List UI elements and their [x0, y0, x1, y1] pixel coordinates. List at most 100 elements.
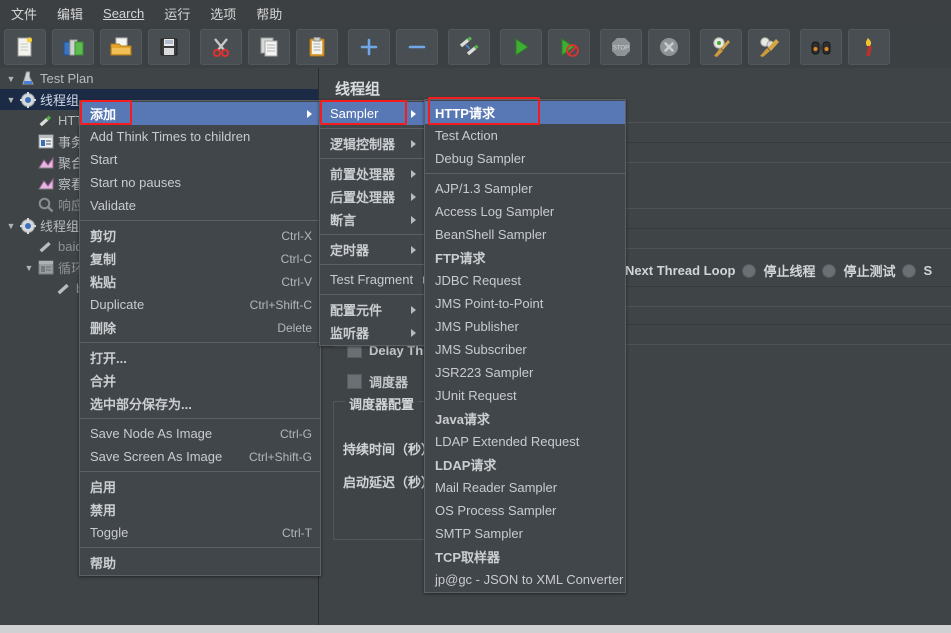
context-menu-item-enable[interactable]: 启用 [80, 475, 320, 498]
sampler-item-beanshell[interactable]: BeanShell Sampler [425, 223, 625, 246]
context-menu-item-help[interactable]: 帮助 [80, 551, 320, 574]
context-menu-item-delete[interactable]: 删除 Delete [80, 316, 320, 339]
sampler-item-tcp-sampler[interactable]: TCP取样器 [425, 545, 625, 568]
sampler-item-ldap-request[interactable]: LDAP请求 [425, 453, 625, 476]
add-submenu-item-post-processors[interactable]: 后置处理器 [320, 185, 424, 208]
sampler-item-access-log[interactable]: Access Log Sampler [425, 200, 625, 223]
add-submenu-item-timers[interactable]: 定时器 [320, 238, 424, 261]
add-submenu-item-config-element[interactable]: 配置元件 [320, 298, 424, 321]
reset-search-button[interactable] [848, 29, 890, 65]
tree-node-label: 线程组 [40, 93, 80, 108]
context-menu-item-duplicate[interactable]: Duplicate Ctrl+Shift-C [80, 293, 320, 316]
add-submenu-item-sampler[interactable]: Sampler [320, 102, 424, 125]
menu-item-label: 添加 [90, 107, 117, 122]
sampler-item-junit-request[interactable]: JUnit Request [425, 384, 625, 407]
chevron-down-icon[interactable]: ▼ [4, 95, 18, 105]
add-submenu-item-assertions[interactable]: 断言 [320, 208, 424, 231]
sampler-item-http-request[interactable]: HTTP请求 [425, 101, 625, 124]
sampler-item-jms-subscriber[interactable]: JMS Subscriber [425, 338, 625, 361]
radio-stop-test[interactable] [822, 263, 837, 278]
sampler-item-java-request[interactable]: Java请求 [425, 407, 625, 430]
search-button[interactable] [800, 29, 842, 65]
sampler-item-test-action[interactable]: Test Action [425, 124, 625, 147]
sampler-item-ftp-request[interactable]: FTP请求 [425, 246, 625, 269]
tree-context-menu[interactable]: 添加 Add Think Times to children Start Sta… [79, 100, 321, 576]
jmeter-window: 文件 编辑 Search 运行 选项 帮助 STOP ▼ Test Plan ▼… [0, 0, 951, 633]
sampler-item-jpgc-json-to-xml[interactable]: jp@gc - JSON to XML Converter [425, 568, 625, 591]
sampler-item-jms-publisher[interactable]: JMS Publisher [425, 315, 625, 338]
add-submenu-item-test-fragment[interactable]: Test Fragment [320, 268, 429, 291]
sampler-submenu[interactable]: HTTP请求 Test Action Debug Sampler AJP/1.3… [424, 99, 626, 593]
templates-button[interactable] [52, 29, 94, 65]
sampler-item-ajp[interactable]: AJP/1.3 Sampler [425, 177, 625, 200]
context-menu-item-add-think-times[interactable]: Add Think Times to children [80, 125, 320, 148]
context-menu-item-start-no-pauses[interactable]: Start no pauses [80, 171, 320, 194]
sampler-item-smtp[interactable]: SMTP Sampler [425, 522, 625, 545]
templates-icon [62, 36, 84, 58]
context-menu-item-add[interactable]: 添加 [80, 102, 320, 125]
menu-search[interactable]: Search [94, 3, 153, 24]
menu-separator [320, 264, 424, 265]
menu-item-label: 监听器 [330, 326, 370, 341]
clear-button[interactable] [700, 29, 742, 65]
radio-stop-thread[interactable] [742, 263, 757, 278]
scheduler-checkbox[interactable]: 调度器 [347, 372, 408, 391]
menu-edit[interactable]: 编辑 [48, 1, 92, 26]
save-button[interactable] [148, 29, 190, 65]
copy-button[interactable] [248, 29, 290, 65]
chevron-down-icon[interactable]: ▼ [22, 263, 36, 273]
radio-stop-test-now[interactable] [902, 263, 917, 278]
checkbox-box[interactable] [347, 374, 362, 389]
menu-item-label: JMS Subscriber [435, 342, 527, 357]
add-submenu-item-pre-processors[interactable]: 前置处理器 [320, 162, 424, 185]
context-menu-item-paste[interactable]: 粘贴 Ctrl-V [80, 270, 320, 293]
context-menu-item-toggle[interactable]: Toggle Ctrl-T [80, 521, 320, 544]
start-button[interactable] [500, 29, 542, 65]
menu-run[interactable]: 运行 [155, 1, 199, 26]
sampler-item-os-process[interactable]: OS Process Sampler [425, 499, 625, 522]
menu-file[interactable]: 文件 [2, 1, 46, 26]
sampler-item-jms-point-to-point[interactable]: JMS Point-to-Point [425, 292, 625, 315]
context-menu-item-open[interactable]: 打开... [80, 346, 320, 369]
toggle-button[interactable] [448, 29, 490, 65]
menu-item-accelerator: Ctrl+Shift-C [249, 297, 312, 312]
expand-all-button[interactable] [348, 29, 390, 65]
toggle-pencils-icon [458, 36, 480, 58]
paste-button[interactable] [296, 29, 338, 65]
menu-item-label: 断言 [330, 213, 357, 228]
chevron-right-icon [307, 109, 312, 118]
open-button[interactable] [100, 29, 142, 65]
context-menu-item-save-node-as-image[interactable]: Save Node As Image Ctrl-G [80, 422, 320, 445]
sampler-item-ldap-extended-request[interactable]: LDAP Extended Request [425, 430, 625, 453]
context-menu-item-save-screen-as-image[interactable]: Save Screen As Image Ctrl+Shift-G [80, 445, 320, 468]
menu-options[interactable]: 选项 [201, 1, 245, 26]
context-menu-item-merge[interactable]: 合并 [80, 369, 320, 392]
add-submenu-item-logic-controller[interactable]: 逻辑控制器 [320, 132, 424, 155]
shutdown-button[interactable] [648, 29, 690, 65]
sampler-item-jdbc-request[interactable]: JDBC Request [425, 269, 625, 292]
collapse-all-button[interactable] [396, 29, 438, 65]
scissors-icon [210, 36, 232, 58]
stop-button[interactable]: STOP [600, 29, 642, 65]
menu-help[interactable]: 帮助 [247, 1, 291, 26]
new-test-plan-button[interactable] [4, 29, 46, 65]
menu-item-label: 删除 [90, 321, 117, 336]
sampler-item-mail-reader[interactable]: Mail Reader Sampler [425, 476, 625, 499]
tree-node-test-plan[interactable]: ▼ Test Plan [0, 68, 318, 89]
sampler-item-debug-sampler[interactable]: Debug Sampler [425, 147, 625, 170]
context-menu-item-disable[interactable]: 禁用 [80, 498, 320, 521]
add-submenu-item-listener[interactable]: 监听器 [320, 321, 424, 344]
context-menu-item-save-selection-as[interactable]: 选中部分保存为... [80, 392, 320, 415]
start-no-pauses-button[interactable] [548, 29, 590, 65]
clear-all-button[interactable] [748, 29, 790, 65]
context-menu-item-cut[interactable]: 剪切 Ctrl-X [80, 224, 320, 247]
cut-button[interactable] [200, 29, 242, 65]
context-menu-item-copy[interactable]: 复制 Ctrl-C [80, 247, 320, 270]
chevron-down-icon[interactable]: ▼ [4, 221, 18, 231]
context-menu-item-start[interactable]: Start [80, 148, 320, 171]
bottom-strip [0, 625, 951, 633]
add-submenu[interactable]: Sampler 逻辑控制器 前置处理器 后置处理器 断言 定时器 Test Fr… [319, 100, 429, 346]
chevron-down-icon[interactable]: ▼ [4, 74, 18, 84]
context-menu-item-validate[interactable]: Validate [80, 194, 320, 217]
sampler-item-jsr223[interactable]: JSR223 Sampler [425, 361, 625, 384]
